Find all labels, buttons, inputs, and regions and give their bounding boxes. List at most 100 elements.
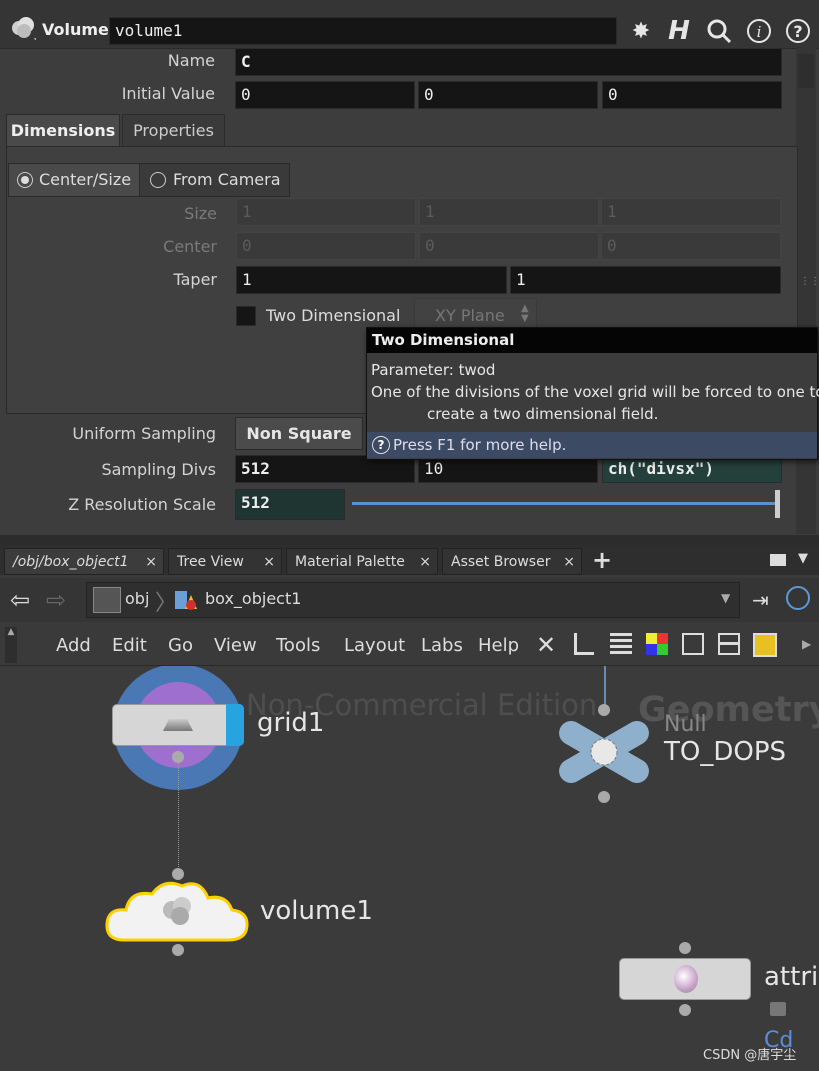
back-arrow-icon[interactable]: ⇦ (10, 586, 30, 614)
node-type-label: Volume (42, 20, 109, 39)
add-tab-icon[interactable]: + (592, 546, 612, 574)
two-dimensional-label: Two Dimensional (266, 306, 401, 325)
pane-splitter[interactable] (0, 535, 819, 545)
tab-material-palette[interactable]: Material Palette × (286, 548, 438, 575)
menu-help[interactable]: Help (478, 635, 519, 656)
close-icon[interactable]: × (563, 549, 575, 576)
tree-icon[interactable] (574, 633, 594, 655)
palette-grid-icon[interactable] (646, 633, 668, 655)
attrib-node[interactable] (619, 958, 751, 1000)
z-resolution-field[interactable]: 512 (235, 489, 345, 520)
menu-view[interactable]: View (214, 635, 257, 656)
name-field[interactable]: C (235, 48, 782, 76)
center-x[interactable]: 0 (236, 232, 416, 260)
scrollbar-thumb[interactable] (798, 54, 814, 88)
size-label: Size (184, 204, 217, 223)
network-box-icon[interactable] (718, 633, 740, 655)
connection-wire (178, 763, 179, 873)
pane-menu-arrow-icon[interactable]: ▼ (798, 551, 808, 566)
attrib-input-port[interactable] (679, 942, 691, 954)
attrib-label: attri (764, 962, 819, 992)
initial-value-z[interactable]: 0 (602, 81, 782, 109)
menu-layout[interactable]: Layout (344, 635, 405, 656)
center-y[interactable]: 0 (419, 232, 599, 260)
z-resolution-slider[interactable] (352, 502, 778, 505)
node-name-field[interactable]: volume1 (109, 17, 617, 45)
menu-tools[interactable]: Tools (276, 635, 320, 656)
close-icon[interactable]: × (263, 549, 275, 576)
obj-context-icon (93, 587, 121, 613)
tab-properties[interactable]: Properties (122, 114, 225, 147)
more-tools-arrow-icon[interactable]: ▶ (802, 637, 811, 651)
radio-from-camera-label: From Camera (173, 170, 281, 189)
volume-node-icon[interactable] (10, 14, 38, 42)
grid1-node[interactable] (112, 704, 244, 746)
close-icon[interactable]: × (145, 549, 157, 576)
attrib-output-port[interactable] (679, 1004, 691, 1016)
radio-center-size[interactable]: Center/Size (8, 163, 140, 197)
tab-tree-view-label: Tree View (177, 554, 244, 570)
search-icon[interactable] (704, 16, 734, 46)
help-h-icon[interactable]: H (664, 16, 694, 46)
volume1-node[interactable] (104, 876, 250, 946)
radio-from-camera[interactable]: From Camera (139, 163, 290, 197)
credit-text: CSDN @唐宇尘 (703, 1048, 797, 1063)
question-icon[interactable]: ? (783, 16, 813, 46)
name-label: Name (167, 51, 215, 70)
info-icon[interactable]: i (744, 16, 774, 46)
list-icon[interactable] (610, 633, 632, 657)
network-canvas[interactable]: Non-Commercial Edition Geometry grid1 vo… (0, 666, 819, 1071)
pin-icon[interactable]: ⇥ (752, 588, 769, 612)
path-dropdown-icon[interactable]: ▼ (721, 591, 730, 605)
network-path-bar: ⇦ ⇨ obj 〉 box_object1 ▼ ⇥ (0, 578, 819, 622)
grid1-output-port[interactable] (172, 751, 184, 763)
z-resolution-slider-handle[interactable] (775, 490, 780, 518)
size-x[interactable]: 1 (236, 198, 416, 226)
uniform-sampling-button[interactable]: Non Square (235, 417, 363, 450)
lock-icon (770, 1002, 786, 1016)
path-field[interactable]: obj 〉 box_object1 ▼ (86, 582, 740, 618)
null-input-wire (604, 666, 606, 706)
grid-node-icon (163, 719, 193, 731)
path-obj[interactable]: obj (125, 589, 149, 608)
menu-scroll-up-icon[interactable]: ▲ (5, 627, 17, 663)
maximize-pane-icon[interactable] (770, 554, 786, 566)
volume1-output-port[interactable] (172, 944, 184, 956)
tab-tree-view[interactable]: Tree View × (168, 548, 282, 575)
gear-icon[interactable]: ✸ (626, 16, 656, 46)
null-type-label: Null (664, 712, 707, 737)
tab-dimensions[interactable]: Dimensions (6, 114, 120, 147)
parameter-pane: Volume volume1 ✸ H i ? ⋮⋮ ▲ ▼ Name C Ini… (0, 0, 819, 571)
display-flag[interactable] (226, 704, 244, 746)
sticky-note-icon[interactable] (753, 633, 777, 657)
tooltip-help-text: Press F1 for more help. (393, 436, 567, 454)
volume1-label: volume1 (260, 896, 373, 926)
initial-value-y[interactable]: 0 (418, 81, 598, 109)
grid1-label: grid1 (257, 708, 325, 738)
taper-x[interactable]: 1 (236, 266, 507, 294)
initial-value-x[interactable]: 0 (235, 81, 415, 109)
center-z[interactable]: 0 (601, 232, 781, 260)
menu-add[interactable]: Add (56, 635, 91, 656)
radio-selected-icon (17, 172, 33, 188)
menu-go[interactable]: Go (168, 635, 193, 656)
tab-asset-browser-label: Asset Browser (451, 554, 551, 570)
null-output-port[interactable] (598, 791, 610, 803)
close-icon[interactable]: × (419, 549, 431, 576)
link-icon[interactable] (786, 586, 810, 610)
tab-obj-box-object1[interactable]: /obj/box_object1 × (4, 548, 164, 575)
size-z[interactable]: 1 (601, 198, 781, 226)
parameter-scrollbar[interactable]: ⋮⋮ ▲ ▼ (796, 48, 819, 571)
to-dops-node[interactable] (556, 718, 652, 786)
null-input-port[interactable] (598, 704, 610, 716)
tab-asset-browser[interactable]: Asset Browser × (442, 548, 582, 575)
menu-labs[interactable]: Labs (421, 635, 463, 656)
wrench-icon[interactable]: ✕ (536, 631, 556, 659)
path-box-object1[interactable]: box_object1 (205, 589, 301, 608)
size-y[interactable]: 1 (419, 198, 599, 226)
menu-edit[interactable]: Edit (112, 635, 147, 656)
forward-arrow-icon[interactable]: ⇨ (46, 586, 66, 614)
parameters-icon[interactable] (682, 633, 704, 655)
two-dimensional-checkbox[interactable] (236, 306, 256, 326)
taper-y[interactable]: 1 (510, 266, 781, 294)
